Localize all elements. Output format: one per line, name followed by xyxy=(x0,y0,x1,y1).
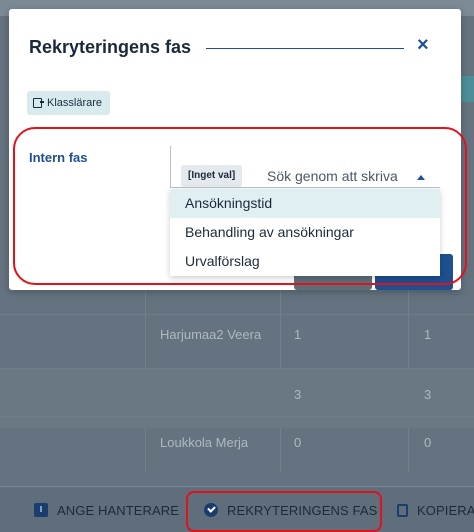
phase-options-list: Ansökningstid Behandling av ansökningar … xyxy=(170,189,440,276)
internal-phase-select[interactable]: [Inget val] xyxy=(170,146,440,189)
table-cell-name: Harjumaa2 Veera xyxy=(160,327,262,342)
chevron-up-icon[interactable] xyxy=(417,175,425,180)
table-cell-value: 1 xyxy=(294,327,302,342)
table-row: Loukkola Merja 0 0 xyxy=(0,416,474,476)
phase-option-applications[interactable]: Ansökningstid xyxy=(170,189,440,218)
copy-icon xyxy=(397,503,408,517)
copy-label: KOPIERA xyxy=(417,502,474,518)
highlight-annotation-bottom xyxy=(186,491,382,532)
internal-phase-label: Intern fas xyxy=(29,150,88,165)
title-divider xyxy=(206,48,404,49)
role-chip-label: Klasslärare xyxy=(47,97,103,109)
table-cell-value: 0 xyxy=(424,435,432,450)
selected-value-tag: [Inget val] xyxy=(181,165,243,187)
recruitment-phase-dialog: Rekryteringens fas × Klasslärare Intern … xyxy=(9,9,461,290)
copy-button[interactable]: KOPIERA xyxy=(397,487,474,532)
role-chip: Klasslärare xyxy=(27,91,111,115)
flag-icon xyxy=(34,503,48,517)
table-cell-value: 0 xyxy=(294,435,302,450)
table-row: Harjumaa2 Veera 1 1 xyxy=(0,314,474,374)
table-cell-value: 3 xyxy=(294,387,302,402)
table-cell-value: 1 xyxy=(424,327,432,342)
set-handler-label: ANGE HANTERARE xyxy=(57,502,180,518)
phase-option-processing[interactable]: Behandling av ansökningar xyxy=(170,218,440,247)
table-cell-value: 3 xyxy=(424,387,432,402)
close-icon[interactable]: × xyxy=(417,34,429,57)
dialog-title: Rekryteringens fas xyxy=(29,37,192,57)
phase-option-selection-proposal[interactable]: Urvalförslag xyxy=(170,247,440,276)
document-icon xyxy=(33,98,44,108)
phase-search-input[interactable] xyxy=(267,163,407,189)
table-cell-name: Loukkola Merja xyxy=(160,435,249,450)
background-table: Harjumaa2 Veera 1 1 3 3 Loukkola Merja 0… xyxy=(0,286,474,466)
set-handler-button[interactable]: ANGE HANTERARE xyxy=(34,487,179,532)
